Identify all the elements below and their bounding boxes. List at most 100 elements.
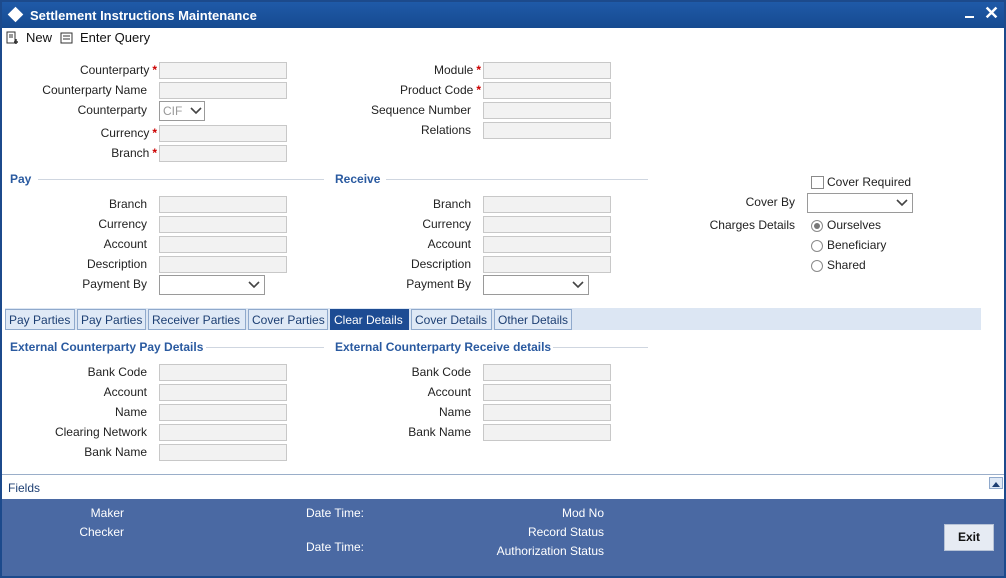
pay-payment-by-label: Payment By: [82, 277, 147, 291]
chevron-down-icon: [896, 199, 908, 207]
ext-receive-name-label: Name: [438, 405, 471, 419]
charges-option-ourselves: Ourselves: [827, 218, 882, 232]
cover-by-select[interactable]: [807, 193, 913, 213]
new-document-icon: [6, 31, 18, 44]
currency-label: Currency *: [100, 126, 157, 140]
sequence-number-field[interactable]: [483, 102, 611, 119]
tab-cover-parties[interactable]: Cover Parties: [248, 309, 328, 330]
receive-description-field[interactable]: [483, 256, 611, 273]
window-title: Settlement Instructions Maintenance: [30, 8, 257, 23]
charges-option-beneficiary: Beneficiary: [827, 238, 887, 252]
ext-receive-bank-code-label: Bank Code: [411, 365, 471, 379]
settlement-window: Settlement Instructions Maintenance ✕ Ne…: [0, 0, 1006, 578]
product-code-field[interactable]: [483, 82, 611, 99]
tab-pay-parties[interactable]: Pay Parties: [5, 309, 75, 330]
receive-payment-by-label: Payment By: [406, 277, 471, 291]
ext-pay-clearing-network-field[interactable]: [159, 424, 287, 441]
receive-account-label: Account: [427, 237, 471, 251]
cover-required-label: Cover Required: [827, 175, 912, 189]
ext-receive-section-title: External Counterparty Receive details: [335, 340, 552, 354]
receive-account-field[interactable]: [483, 236, 611, 253]
app-diamond-icon: [7, 6, 24, 23]
relations-label: Relations: [420, 123, 471, 137]
pay-branch-label: Branch: [108, 197, 147, 211]
ext-receive-name-field[interactable]: [483, 404, 611, 421]
receive-payment-by-select[interactable]: [483, 275, 589, 295]
collapse-up-icon[interactable]: [989, 477, 1003, 489]
counterparty-label: Counterparty *: [79, 63, 157, 77]
ext-receive-bank-code-field[interactable]: [483, 364, 611, 381]
charges-radio-ourselves[interactable]: [811, 220, 823, 232]
tab-clear-details[interactable]: Clear Details: [330, 309, 409, 330]
ext-receive-account-label: Account: [427, 385, 471, 399]
ext-receive-bank-name-field[interactable]: [483, 424, 611, 441]
counterparty-type-select[interactable]: CIF: [159, 101, 205, 121]
counterparty-name-label: Counterparty Name: [42, 83, 147, 97]
receive-branch-field[interactable]: [483, 196, 611, 213]
ext-pay-name-field[interactable]: [159, 404, 287, 421]
ext-pay-bank-name-label: Bank Name: [84, 445, 147, 459]
fields-bar: Fields: [2, 474, 1004, 498]
pay-description-field[interactable]: [159, 256, 287, 273]
ext-pay-account-label: Account: [103, 385, 147, 399]
chevron-down-icon: [572, 281, 584, 289]
charges-option-shared: Shared: [827, 258, 866, 272]
pay-branch-field[interactable]: [159, 196, 287, 213]
audit-footer: Maker Checker Date Time: Date Time: Mod …: [2, 499, 1004, 576]
product-code-label: Product Code *: [399, 83, 481, 97]
new-button-label: New: [26, 30, 53, 45]
fields-link[interactable]: Fields: [8, 481, 40, 495]
new-button[interactable]: New: [6, 29, 56, 47]
enter-query-button-label: Enter Query: [80, 30, 151, 45]
ext-pay-section-title: External Counterparty Pay Details: [10, 340, 204, 354]
relations-field[interactable]: [483, 122, 611, 139]
module-field[interactable]: [483, 62, 611, 79]
pay-description-label: Description: [86, 257, 147, 271]
maker-date-time-label: Date Time:: [305, 506, 364, 520]
close-icon[interactable]: ✕: [984, 4, 999, 22]
receive-description-label: Description: [410, 257, 471, 271]
enter-query-button[interactable]: Enter Query: [60, 29, 150, 47]
charges-radio-beneficiary[interactable]: [811, 240, 823, 252]
pay-section-divider: [38, 179, 324, 180]
checker-date-time-label: Date Time:: [305, 540, 364, 554]
pay-account-field[interactable]: [159, 236, 287, 253]
toolbar: New Enter Query: [2, 28, 1004, 50]
chevron-down-icon: [248, 281, 260, 289]
pay-currency-field[interactable]: [159, 216, 287, 233]
tab-receiver-parties[interactable]: Receiver Parties: [148, 309, 246, 330]
cover-required-checkbox[interactable]: [811, 176, 824, 189]
currency-field[interactable]: [159, 125, 287, 142]
receive-currency-label: Currency: [422, 217, 471, 231]
ext-receive-account-field[interactable]: [483, 384, 611, 401]
receive-currency-field[interactable]: [483, 216, 611, 233]
pay-account-label: Account: [103, 237, 147, 251]
ext-pay-bank-name-field[interactable]: [159, 444, 287, 461]
tab-other-details[interactable]: Other Details: [494, 309, 572, 330]
counterparty-type-label: Counterparty: [77, 103, 147, 117]
branch-field[interactable]: [159, 145, 287, 162]
receive-section-title: Receive: [335, 172, 381, 186]
charges-radio-shared[interactable]: [811, 260, 823, 272]
receive-branch-label: Branch: [432, 197, 471, 211]
pay-payment-by-select[interactable]: [159, 275, 265, 295]
tab-pay-parties-2[interactable]: Pay Parties: [77, 309, 146, 330]
ext-pay-bank-code-field[interactable]: [159, 364, 287, 381]
tab-cover-details[interactable]: Cover Details: [411, 309, 492, 330]
title-bar: Settlement Instructions Maintenance ✕: [2, 2, 1004, 28]
receive-section-divider: [386, 179, 648, 180]
tab-bar: Pay Parties Pay Parties Receiver Parties…: [5, 308, 981, 330]
enter-query-icon: [60, 32, 73, 44]
ext-pay-bank-code-label: Bank Code: [87, 365, 147, 379]
counterparty-name-field[interactable]: [159, 82, 287, 99]
minimize-icon[interactable]: [963, 8, 977, 22]
checker-label: Checker: [79, 525, 124, 539]
module-label: Module *: [433, 63, 481, 77]
counterparty-type-value: CIF: [163, 104, 183, 118]
exit-button[interactable]: Exit: [944, 524, 994, 551]
sequence-number-label: Sequence Number: [370, 103, 471, 117]
authorization-status-label: Authorization Status: [496, 544, 604, 558]
counterparty-field[interactable]: [159, 62, 287, 79]
ext-pay-account-field[interactable]: [159, 384, 287, 401]
branch-label: Branch *: [111, 146, 157, 160]
